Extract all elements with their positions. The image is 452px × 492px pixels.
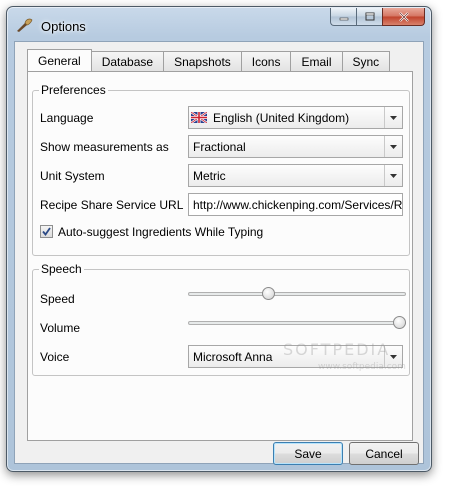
tab-icons[interactable]: Icons [241, 51, 292, 71]
volume-label: Volume [40, 321, 81, 335]
close-icon [398, 11, 409, 22]
recipe-share-url-label: Recipe Share Service URL [40, 198, 184, 212]
chevron-down-icon[interactable] [384, 136, 402, 157]
speech-legend: Speech [39, 262, 84, 276]
maximize-icon [365, 12, 374, 21]
cancel-button[interactable]: Cancel [349, 442, 419, 465]
tab-snapshots[interactable]: Snapshots [164, 51, 242, 71]
language-dropdown[interactable]: English (United Kingdom) [188, 106, 403, 129]
caption-buttons [330, 8, 425, 26]
tab-strip: General Database Snapshots Icons Email S… [27, 49, 391, 71]
language-label: Language [40, 111, 94, 125]
volume-slider-thumb[interactable] [393, 316, 406, 329]
measurements-value: Fractional [193, 139, 246, 154]
speed-label: Speed [40, 292, 75, 306]
preferences-group: Preferences Language English (United Kin… [32, 83, 410, 256]
unit-system-value: Metric [193, 168, 226, 183]
title-bar[interactable]: Options [7, 7, 431, 41]
app-icon [17, 18, 33, 32]
autosuggest-label[interactable]: Auto-suggest Ingredients While Typing [58, 225, 263, 239]
speed-slider-thumb[interactable] [261, 287, 275, 300]
uk-flag-icon [191, 112, 207, 123]
measurements-label: Show measurements as [40, 140, 169, 154]
client-area: General Database Snapshots Icons Email S… [14, 41, 424, 465]
minimize-button[interactable] [330, 8, 356, 26]
recipe-share-url-input[interactable]: http://www.chickenping.com/Services/Reci… [188, 193, 403, 216]
close-button[interactable] [382, 8, 425, 26]
tab-sync[interactable]: Sync [342, 51, 391, 71]
save-button[interactable]: Save [273, 442, 343, 465]
unit-system-label: Unit System [40, 169, 105, 183]
preferences-legend: Preferences [39, 83, 108, 97]
speech-group: Speech Speed Volume Voice Microsoft Anna [32, 262, 410, 376]
voice-value: Microsoft Anna [193, 349, 273, 364]
voice-label: Voice [40, 350, 70, 364]
tab-database[interactable]: Database [91, 51, 165, 71]
tab-general[interactable]: General [27, 49, 92, 71]
options-window: Options General Database Snapshots Icons… [6, 6, 432, 472]
unit-system-dropdown[interactable]: Metric [188, 164, 403, 187]
voice-dropdown[interactable]: Microsoft Anna [188, 345, 403, 368]
chevron-down-icon[interactable] [384, 165, 402, 186]
tab-panel-general: Preferences Language English (United Kin… [27, 71, 413, 441]
tab-email[interactable]: Email [291, 51, 343, 71]
measurements-dropdown[interactable]: Fractional [188, 135, 403, 158]
minimize-icon [339, 17, 348, 20]
checkmark-icon [42, 227, 51, 236]
window-title: Options [41, 19, 86, 34]
volume-slider-track[interactable] [188, 321, 406, 325]
chevron-down-icon[interactable] [384, 107, 402, 128]
autosuggest-checkbox[interactable] [40, 225, 53, 238]
language-value: English (United Kingdom) [213, 110, 350, 125]
chevron-down-icon[interactable] [384, 346, 402, 367]
speed-slider-track[interactable] [188, 292, 406, 296]
maximize-button[interactable] [356, 8, 382, 26]
